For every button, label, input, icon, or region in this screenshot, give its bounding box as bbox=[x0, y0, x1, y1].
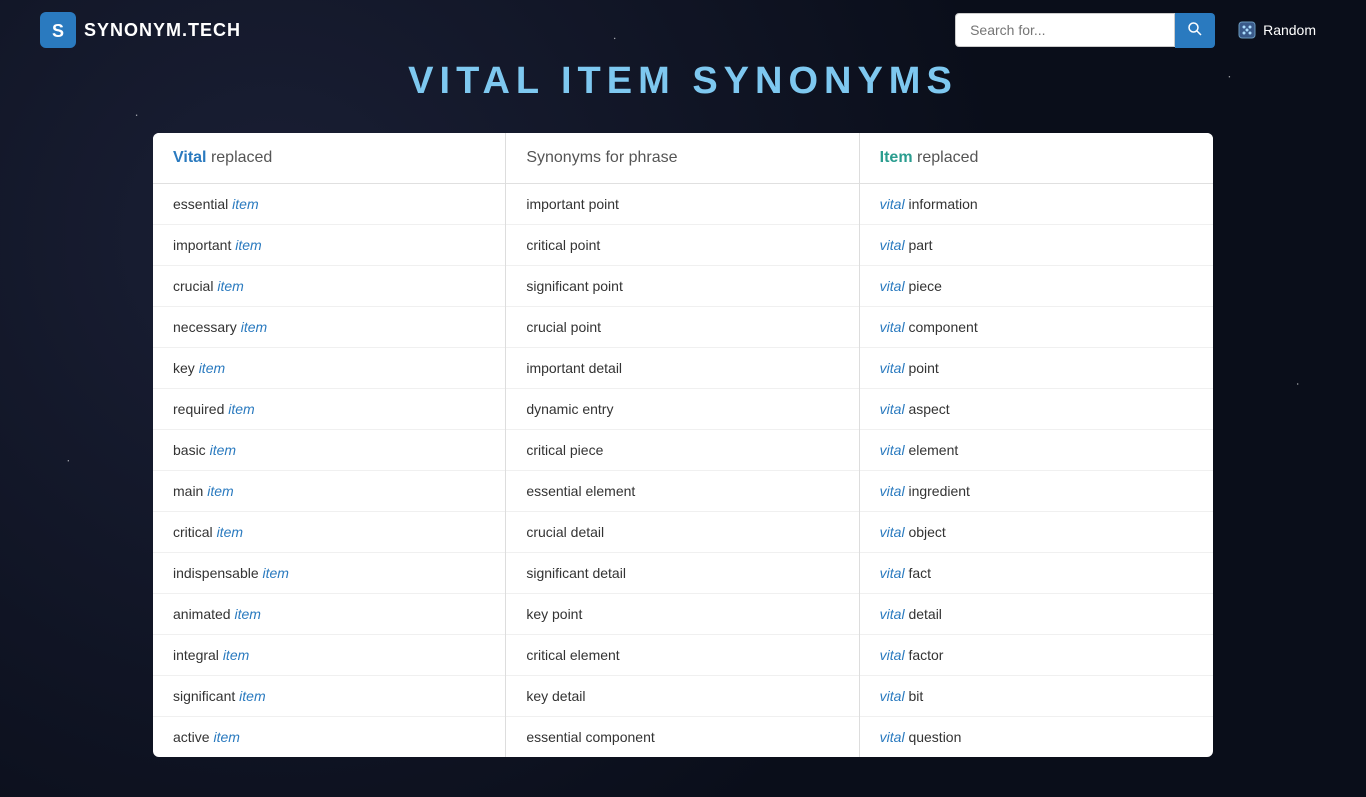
list-item[interactable]: significant item bbox=[153, 676, 505, 717]
list-item[interactable]: integral item bbox=[153, 635, 505, 676]
page-title: VITAL ITEM SYNONYMS bbox=[153, 60, 1213, 103]
header-highlight-item: Item bbox=[880, 149, 913, 166]
random-button[interactable]: Random bbox=[1227, 14, 1326, 46]
list-item[interactable]: essential component bbox=[506, 717, 858, 757]
list-item[interactable]: necessary item bbox=[153, 307, 505, 348]
random-icon bbox=[1237, 20, 1257, 40]
list-item[interactable]: vital question bbox=[860, 717, 1213, 757]
list-item[interactable]: vital aspect bbox=[860, 389, 1213, 430]
search-bar bbox=[955, 13, 1215, 48]
list-item[interactable]: vital part bbox=[860, 225, 1213, 266]
list-item[interactable]: vital piece bbox=[860, 266, 1213, 307]
list-item[interactable]: important point bbox=[506, 184, 858, 225]
logo[interactable]: S SYNONYM.TECH bbox=[40, 12, 241, 48]
synonym-list-item-replaced: vital informationvital partvital piecevi… bbox=[860, 184, 1213, 757]
synonym-list-synonyms-phrase: important pointcritical pointsignificant… bbox=[506, 184, 858, 757]
list-item[interactable]: significant point bbox=[506, 266, 858, 307]
title-vital: VITAL bbox=[408, 60, 561, 102]
list-item[interactable]: important detail bbox=[506, 348, 858, 389]
site-header: S SYNONYM.TECH Random bbox=[0, 0, 1366, 60]
list-item[interactable]: indispensable item bbox=[153, 553, 505, 594]
list-item[interactable]: basic item bbox=[153, 430, 505, 471]
logo-icon: S bbox=[40, 12, 76, 48]
header-highlight-vital: Vital bbox=[173, 149, 207, 166]
list-item[interactable]: vital information bbox=[860, 184, 1213, 225]
column-vital-replaced: Vital replacedessential itemimportant it… bbox=[153, 133, 506, 757]
search-icon bbox=[1187, 21, 1203, 37]
list-item[interactable]: crucial detail bbox=[506, 512, 858, 553]
list-item[interactable]: vital fact bbox=[860, 553, 1213, 594]
list-item[interactable]: crucial item bbox=[153, 266, 505, 307]
main-content: VITAL ITEM SYNONYMS Vital replacedessent… bbox=[133, 60, 1233, 797]
column-synonyms-phrase: Synonyms for phraseimportant pointcritic… bbox=[506, 133, 859, 757]
list-item[interactable]: animated item bbox=[153, 594, 505, 635]
list-item[interactable]: vital object bbox=[860, 512, 1213, 553]
random-label: Random bbox=[1263, 22, 1316, 38]
list-item[interactable]: important item bbox=[153, 225, 505, 266]
list-item[interactable]: vital bit bbox=[860, 676, 1213, 717]
list-item[interactable]: vital point bbox=[860, 348, 1213, 389]
search-button[interactable] bbox=[1175, 13, 1215, 48]
list-item[interactable]: critical piece bbox=[506, 430, 858, 471]
list-item[interactable]: key detail bbox=[506, 676, 858, 717]
search-input[interactable] bbox=[955, 13, 1175, 47]
list-item[interactable]: significant detail bbox=[506, 553, 858, 594]
list-item[interactable]: essential element bbox=[506, 471, 858, 512]
list-item[interactable]: main item bbox=[153, 471, 505, 512]
list-item[interactable]: vital component bbox=[860, 307, 1213, 348]
header-actions: Random bbox=[955, 13, 1326, 48]
column-header-item-replaced: Item replaced bbox=[860, 133, 1213, 184]
list-item[interactable]: vital element bbox=[860, 430, 1213, 471]
list-item[interactable]: essential item bbox=[153, 184, 505, 225]
list-item[interactable]: critical item bbox=[153, 512, 505, 553]
column-header-synonyms-phrase: Synonyms for phrase bbox=[506, 133, 858, 184]
list-item[interactable]: required item bbox=[153, 389, 505, 430]
list-item[interactable]: vital factor bbox=[860, 635, 1213, 676]
synonym-list-vital-replaced: essential itemimportant itemcrucial item… bbox=[153, 184, 505, 757]
title-item: ITEM bbox=[561, 60, 692, 102]
list-item[interactable]: key point bbox=[506, 594, 858, 635]
logo-text: SYNONYM.TECH bbox=[84, 20, 241, 41]
svg-text:S: S bbox=[52, 21, 64, 41]
list-item[interactable]: dynamic entry bbox=[506, 389, 858, 430]
list-item[interactable]: critical element bbox=[506, 635, 858, 676]
synonym-columns: Vital replacedessential itemimportant it… bbox=[153, 133, 1213, 757]
column-item-replaced: Item replacedvital informationvital part… bbox=[860, 133, 1213, 757]
list-item[interactable]: crucial point bbox=[506, 307, 858, 348]
list-item[interactable]: vital ingredient bbox=[860, 471, 1213, 512]
list-item[interactable]: key item bbox=[153, 348, 505, 389]
list-item[interactable]: active item bbox=[153, 717, 505, 757]
title-synonyms: SYNONYMS bbox=[692, 60, 957, 102]
list-item[interactable]: critical point bbox=[506, 225, 858, 266]
column-header-vital-replaced: Vital replaced bbox=[153, 133, 505, 184]
list-item[interactable]: vital detail bbox=[860, 594, 1213, 635]
